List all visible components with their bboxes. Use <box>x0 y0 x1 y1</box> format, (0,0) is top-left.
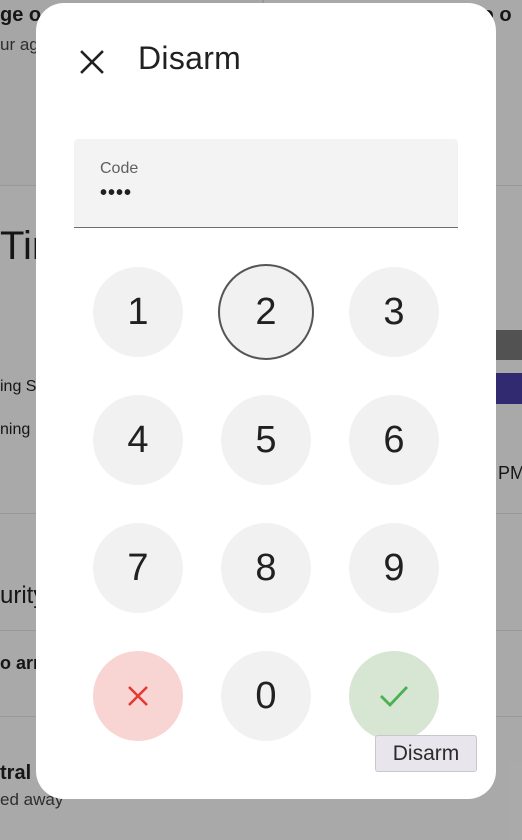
keypad-key-5[interactable]: 5 <box>221 395 311 485</box>
keypad-key-1[interactable]: 1 <box>93 267 183 357</box>
keypad-key-8[interactable]: 8 <box>221 523 311 613</box>
code-field[interactable]: Code <box>74 139 458 228</box>
close-button[interactable] <box>70 42 114 82</box>
clear-button[interactable] <box>93 651 183 741</box>
check-icon <box>380 686 409 708</box>
keypad-key-6[interactable]: 6 <box>349 395 439 485</box>
keypad-key-4[interactable]: 4 <box>93 395 183 485</box>
dialog-title: Disarm <box>138 40 242 76</box>
keypad-key-7[interactable]: 7 <box>93 523 183 613</box>
submit-tooltip: Disarm <box>375 735 477 772</box>
keypad-key-9[interactable]: 9 <box>349 523 439 613</box>
code-label: Code <box>100 160 139 177</box>
keypad-key-2[interactable]: 2 <box>218 264 314 360</box>
keypad-key-3[interactable]: 3 <box>349 267 439 357</box>
keypad-key-0[interactable]: 0 <box>221 651 311 741</box>
clear-icon <box>128 686 148 706</box>
submit-button[interactable] <box>349 651 439 741</box>
screen: ge o ur ag io o Tin ing S ning PM urity … <box>0 0 522 840</box>
close-icon <box>80 50 104 74</box>
code-input[interactable] <box>100 182 400 205</box>
